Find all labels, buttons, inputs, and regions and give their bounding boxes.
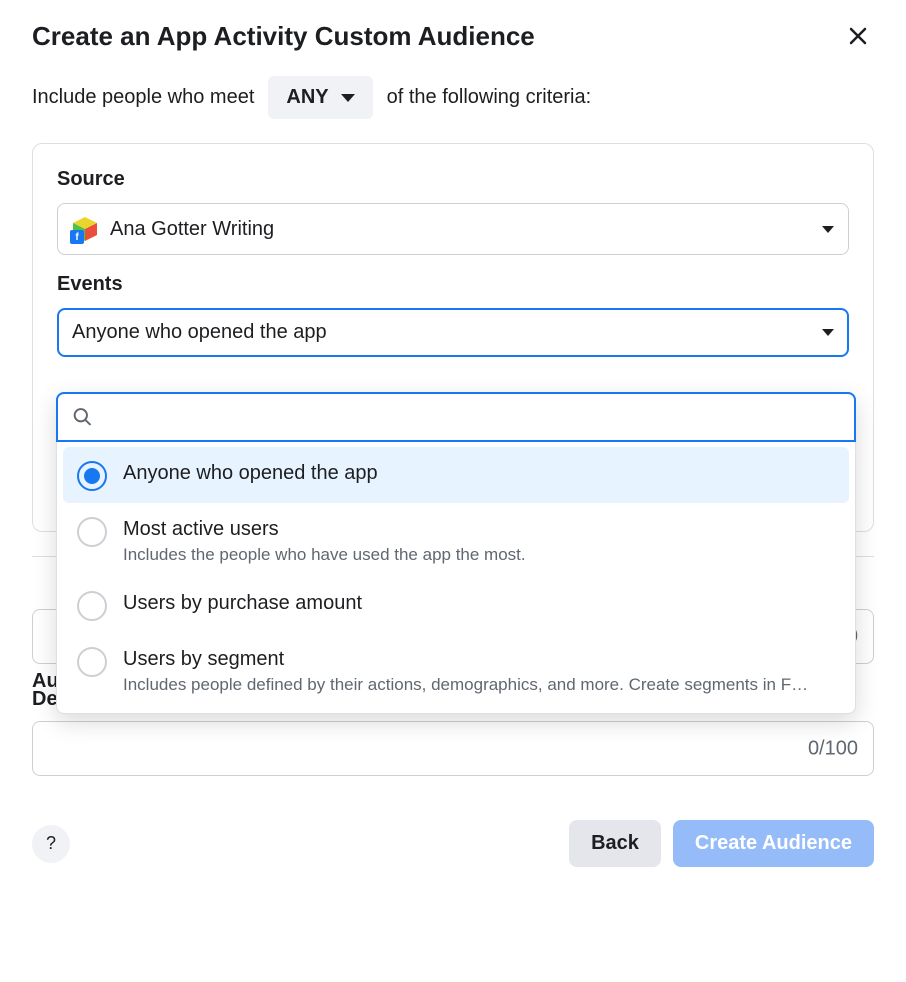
events-label: Events (57, 273, 849, 296)
create-audience-button[interactable]: Create Audience (673, 820, 874, 867)
source-select[interactable]: f Ana Gotter Writing (57, 203, 849, 255)
events-select[interactable]: Anyone who opened the app (57, 308, 849, 357)
event-option-anyone-opened[interactable]: Anyone who opened the app (63, 447, 849, 503)
condition-value: ANY (286, 86, 328, 109)
events-search-input[interactable] (103, 407, 840, 428)
event-option-purchase-amount[interactable]: Users by purchase amount (63, 577, 849, 633)
criteria-prefix: Include people who meet (32, 86, 254, 109)
source-label: Source (57, 168, 849, 191)
help-icon: ? (46, 833, 56, 854)
close-icon (846, 24, 870, 48)
audience-name-label-partial: Au (32, 670, 59, 693)
condition-dropdown[interactable]: ANY (268, 76, 372, 119)
search-icon (72, 406, 93, 428)
modal-footer: ? Back Create Audience (32, 800, 874, 887)
radio-icon (77, 647, 107, 677)
radio-icon (77, 591, 107, 621)
option-title: Users by segment (123, 645, 835, 673)
criteria-row: Include people who meet ANY of the follo… (32, 76, 874, 119)
modal-header: Create an App Activity Custom Audience (32, 20, 874, 52)
app-cube-icon: f (72, 216, 98, 242)
help-button[interactable]: ? (32, 825, 70, 863)
modal-title: Create an App Activity Custom Audience (32, 21, 535, 52)
events-search-box (56, 392, 856, 442)
events-value: Anyone who opened the app (72, 321, 327, 344)
option-description: Includes the people who have used the ap… (123, 545, 835, 565)
event-option-segment[interactable]: Users by segment Includes people defined… (63, 633, 849, 707)
close-button[interactable] (842, 20, 874, 52)
option-title: Anyone who opened the app (123, 459, 835, 487)
radio-icon (77, 461, 107, 491)
back-button[interactable]: Back (569, 820, 661, 867)
chevron-down-icon (341, 94, 355, 102)
events-dropdown-panel: Anyone who opened the app Most active us… (56, 392, 856, 714)
chevron-down-icon (822, 226, 834, 233)
source-value: Ana Gotter Writing (110, 218, 274, 241)
option-title: Most active users (123, 515, 835, 543)
option-description: Includes people defined by their actions… (123, 675, 835, 695)
event-option-most-active[interactable]: Most active users Includes the people wh… (63, 503, 849, 577)
events-options-list: Anyone who opened the app Most active us… (57, 441, 855, 713)
criteria-suffix: of the following criteria: (387, 86, 592, 109)
chevron-down-icon (822, 329, 834, 336)
description-input[interactable] (32, 721, 874, 776)
option-title: Users by purchase amount (123, 589, 835, 617)
description-count: 0/100 (808, 737, 858, 760)
radio-icon (77, 517, 107, 547)
description-field: 0/100 (32, 721, 874, 776)
